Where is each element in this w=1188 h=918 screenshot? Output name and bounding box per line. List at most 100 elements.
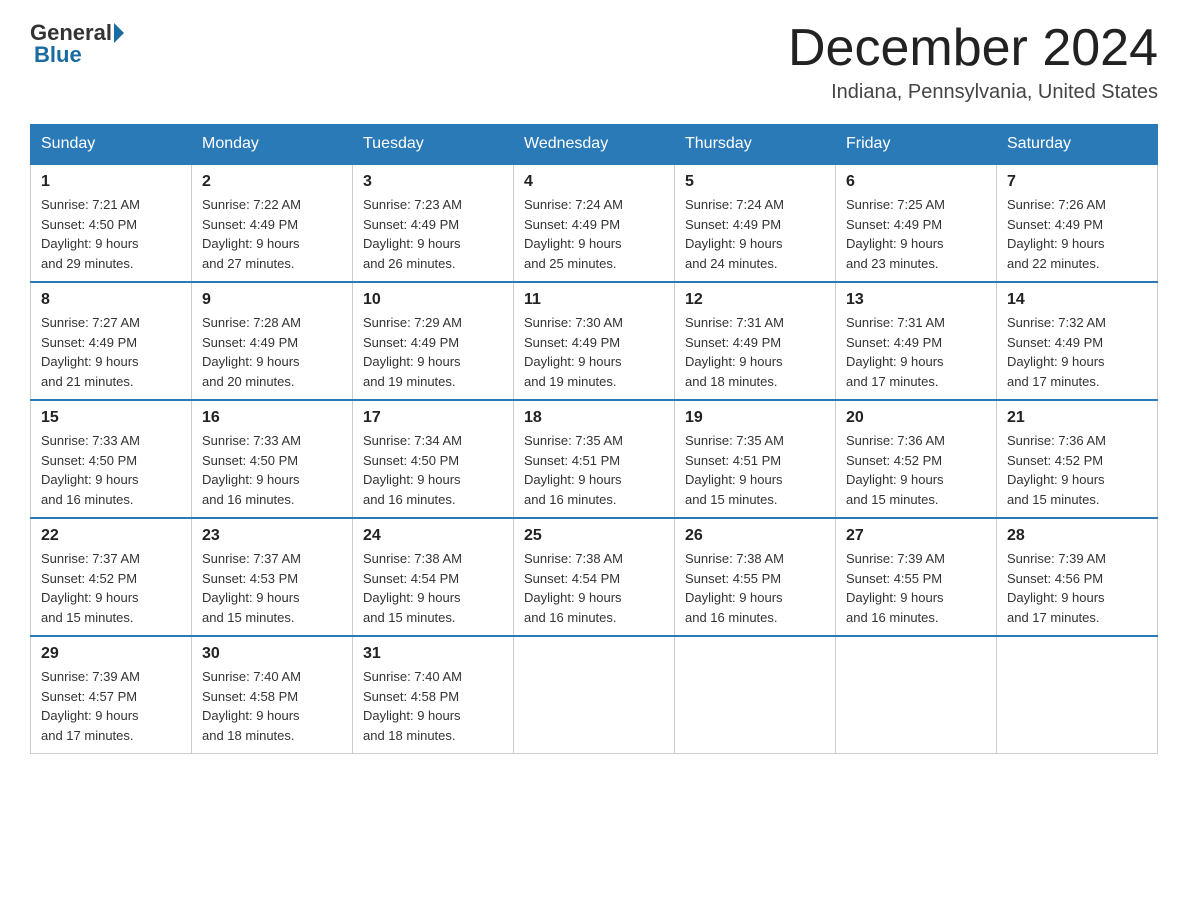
calendar-cell: 25 Sunrise: 7:38 AM Sunset: 4:54 PM Dayl… <box>514 518 675 636</box>
header-wednesday: Wednesday <box>514 125 675 165</box>
day-number: 18 <box>524 409 664 427</box>
day-info: Sunrise: 7:26 AM Sunset: 4:49 PM Dayligh… <box>1007 195 1147 273</box>
day-info: Sunrise: 7:35 AM Sunset: 4:51 PM Dayligh… <box>685 431 825 509</box>
day-number: 4 <box>524 173 664 191</box>
day-number: 1 <box>41 173 181 191</box>
day-info: Sunrise: 7:25 AM Sunset: 4:49 PM Dayligh… <box>846 195 986 273</box>
calendar-cell: 11 Sunrise: 7:30 AM Sunset: 4:49 PM Dayl… <box>514 282 675 400</box>
day-info: Sunrise: 7:38 AM Sunset: 4:55 PM Dayligh… <box>685 549 825 627</box>
day-info: Sunrise: 7:38 AM Sunset: 4:54 PM Dayligh… <box>524 549 664 627</box>
day-number: 11 <box>524 291 664 309</box>
logo: General Blue <box>30 20 126 68</box>
calendar-cell: 5 Sunrise: 7:24 AM Sunset: 4:49 PM Dayli… <box>675 164 836 282</box>
header-friday: Friday <box>836 125 997 165</box>
day-info: Sunrise: 7:23 AM Sunset: 4:49 PM Dayligh… <box>363 195 503 273</box>
calendar-cell: 18 Sunrise: 7:35 AM Sunset: 4:51 PM Dayl… <box>514 400 675 518</box>
day-info: Sunrise: 7:39 AM Sunset: 4:57 PM Dayligh… <box>41 667 181 745</box>
calendar-header-row: SundayMondayTuesdayWednesdayThursdayFrid… <box>31 125 1158 165</box>
day-number: 29 <box>41 645 181 663</box>
day-info: Sunrise: 7:21 AM Sunset: 4:50 PM Dayligh… <box>41 195 181 273</box>
calendar-cell: 2 Sunrise: 7:22 AM Sunset: 4:49 PM Dayli… <box>192 164 353 282</box>
calendar-cell: 16 Sunrise: 7:33 AM Sunset: 4:50 PM Dayl… <box>192 400 353 518</box>
header-thursday: Thursday <box>675 125 836 165</box>
page-header: General Blue December 2024 Indiana, Penn… <box>30 20 1158 104</box>
day-number: 2 <box>202 173 342 191</box>
calendar-title: December 2024 <box>788 20 1158 77</box>
calendar-cell: 15 Sunrise: 7:33 AM Sunset: 4:50 PM Dayl… <box>31 400 192 518</box>
day-number: 7 <box>1007 173 1147 191</box>
calendar-cell: 14 Sunrise: 7:32 AM Sunset: 4:49 PM Dayl… <box>997 282 1158 400</box>
calendar-subtitle: Indiana, Pennsylvania, United States <box>788 81 1158 104</box>
day-info: Sunrise: 7:36 AM Sunset: 4:52 PM Dayligh… <box>846 431 986 509</box>
calendar-cell: 3 Sunrise: 7:23 AM Sunset: 4:49 PM Dayli… <box>353 164 514 282</box>
calendar-cell: 23 Sunrise: 7:37 AM Sunset: 4:53 PM Dayl… <box>192 518 353 636</box>
calendar-cell <box>675 636 836 754</box>
calendar-week-row: 8 Sunrise: 7:27 AM Sunset: 4:49 PM Dayli… <box>31 282 1158 400</box>
calendar-cell <box>514 636 675 754</box>
day-number: 27 <box>846 527 986 545</box>
day-info: Sunrise: 7:36 AM Sunset: 4:52 PM Dayligh… <box>1007 431 1147 509</box>
day-info: Sunrise: 7:28 AM Sunset: 4:49 PM Dayligh… <box>202 313 342 391</box>
header-sunday: Sunday <box>31 125 192 165</box>
day-info: Sunrise: 7:22 AM Sunset: 4:49 PM Dayligh… <box>202 195 342 273</box>
day-number: 28 <box>1007 527 1147 545</box>
day-info: Sunrise: 7:33 AM Sunset: 4:50 PM Dayligh… <box>202 431 342 509</box>
calendar-week-row: 29 Sunrise: 7:39 AM Sunset: 4:57 PM Dayl… <box>31 636 1158 754</box>
calendar-cell: 26 Sunrise: 7:38 AM Sunset: 4:55 PM Dayl… <box>675 518 836 636</box>
day-number: 9 <box>202 291 342 309</box>
day-number: 15 <box>41 409 181 427</box>
logo-blue: Blue <box>34 42 82 68</box>
calendar-cell: 12 Sunrise: 7:31 AM Sunset: 4:49 PM Dayl… <box>675 282 836 400</box>
logo-arrow-icon <box>114 23 124 43</box>
header-monday: Monday <box>192 125 353 165</box>
header-tuesday: Tuesday <box>353 125 514 165</box>
calendar-cell: 22 Sunrise: 7:37 AM Sunset: 4:52 PM Dayl… <box>31 518 192 636</box>
calendar-cell: 30 Sunrise: 7:40 AM Sunset: 4:58 PM Dayl… <box>192 636 353 754</box>
day-info: Sunrise: 7:38 AM Sunset: 4:54 PM Dayligh… <box>363 549 503 627</box>
calendar-cell: 24 Sunrise: 7:38 AM Sunset: 4:54 PM Dayl… <box>353 518 514 636</box>
day-number: 21 <box>1007 409 1147 427</box>
day-info: Sunrise: 7:39 AM Sunset: 4:55 PM Dayligh… <box>846 549 986 627</box>
header-saturday: Saturday <box>997 125 1158 165</box>
day-info: Sunrise: 7:24 AM Sunset: 4:49 PM Dayligh… <box>524 195 664 273</box>
day-number: 31 <box>363 645 503 663</box>
calendar-cell: 1 Sunrise: 7:21 AM Sunset: 4:50 PM Dayli… <box>31 164 192 282</box>
day-info: Sunrise: 7:27 AM Sunset: 4:49 PM Dayligh… <box>41 313 181 391</box>
day-info: Sunrise: 7:29 AM Sunset: 4:49 PM Dayligh… <box>363 313 503 391</box>
day-number: 8 <box>41 291 181 309</box>
day-info: Sunrise: 7:40 AM Sunset: 4:58 PM Dayligh… <box>202 667 342 745</box>
calendar-cell: 9 Sunrise: 7:28 AM Sunset: 4:49 PM Dayli… <box>192 282 353 400</box>
day-info: Sunrise: 7:30 AM Sunset: 4:49 PM Dayligh… <box>524 313 664 391</box>
day-number: 17 <box>363 409 503 427</box>
calendar-cell: 21 Sunrise: 7:36 AM Sunset: 4:52 PM Dayl… <box>997 400 1158 518</box>
calendar-cell <box>836 636 997 754</box>
day-info: Sunrise: 7:34 AM Sunset: 4:50 PM Dayligh… <box>363 431 503 509</box>
day-info: Sunrise: 7:37 AM Sunset: 4:53 PM Dayligh… <box>202 549 342 627</box>
calendar-cell: 28 Sunrise: 7:39 AM Sunset: 4:56 PM Dayl… <box>997 518 1158 636</box>
day-info: Sunrise: 7:35 AM Sunset: 4:51 PM Dayligh… <box>524 431 664 509</box>
calendar-cell: 7 Sunrise: 7:26 AM Sunset: 4:49 PM Dayli… <box>997 164 1158 282</box>
day-number: 26 <box>685 527 825 545</box>
calendar-cell: 4 Sunrise: 7:24 AM Sunset: 4:49 PM Dayli… <box>514 164 675 282</box>
day-info: Sunrise: 7:31 AM Sunset: 4:49 PM Dayligh… <box>685 313 825 391</box>
day-info: Sunrise: 7:40 AM Sunset: 4:58 PM Dayligh… <box>363 667 503 745</box>
day-number: 10 <box>363 291 503 309</box>
day-info: Sunrise: 7:33 AM Sunset: 4:50 PM Dayligh… <box>41 431 181 509</box>
calendar-table: SundayMondayTuesdayWednesdayThursdayFrid… <box>30 124 1158 754</box>
calendar-cell: 19 Sunrise: 7:35 AM Sunset: 4:51 PM Dayl… <box>675 400 836 518</box>
calendar-week-row: 15 Sunrise: 7:33 AM Sunset: 4:50 PM Dayl… <box>31 400 1158 518</box>
calendar-week-row: 22 Sunrise: 7:37 AM Sunset: 4:52 PM Dayl… <box>31 518 1158 636</box>
calendar-cell: 31 Sunrise: 7:40 AM Sunset: 4:58 PM Dayl… <box>353 636 514 754</box>
day-number: 3 <box>363 173 503 191</box>
calendar-cell: 20 Sunrise: 7:36 AM Sunset: 4:52 PM Dayl… <box>836 400 997 518</box>
day-number: 14 <box>1007 291 1147 309</box>
day-number: 16 <box>202 409 342 427</box>
day-number: 24 <box>363 527 503 545</box>
day-number: 19 <box>685 409 825 427</box>
day-number: 25 <box>524 527 664 545</box>
calendar-cell <box>997 636 1158 754</box>
calendar-cell: 13 Sunrise: 7:31 AM Sunset: 4:49 PM Dayl… <box>836 282 997 400</box>
day-info: Sunrise: 7:24 AM Sunset: 4:49 PM Dayligh… <box>685 195 825 273</box>
day-number: 6 <box>846 173 986 191</box>
day-info: Sunrise: 7:32 AM Sunset: 4:49 PM Dayligh… <box>1007 313 1147 391</box>
